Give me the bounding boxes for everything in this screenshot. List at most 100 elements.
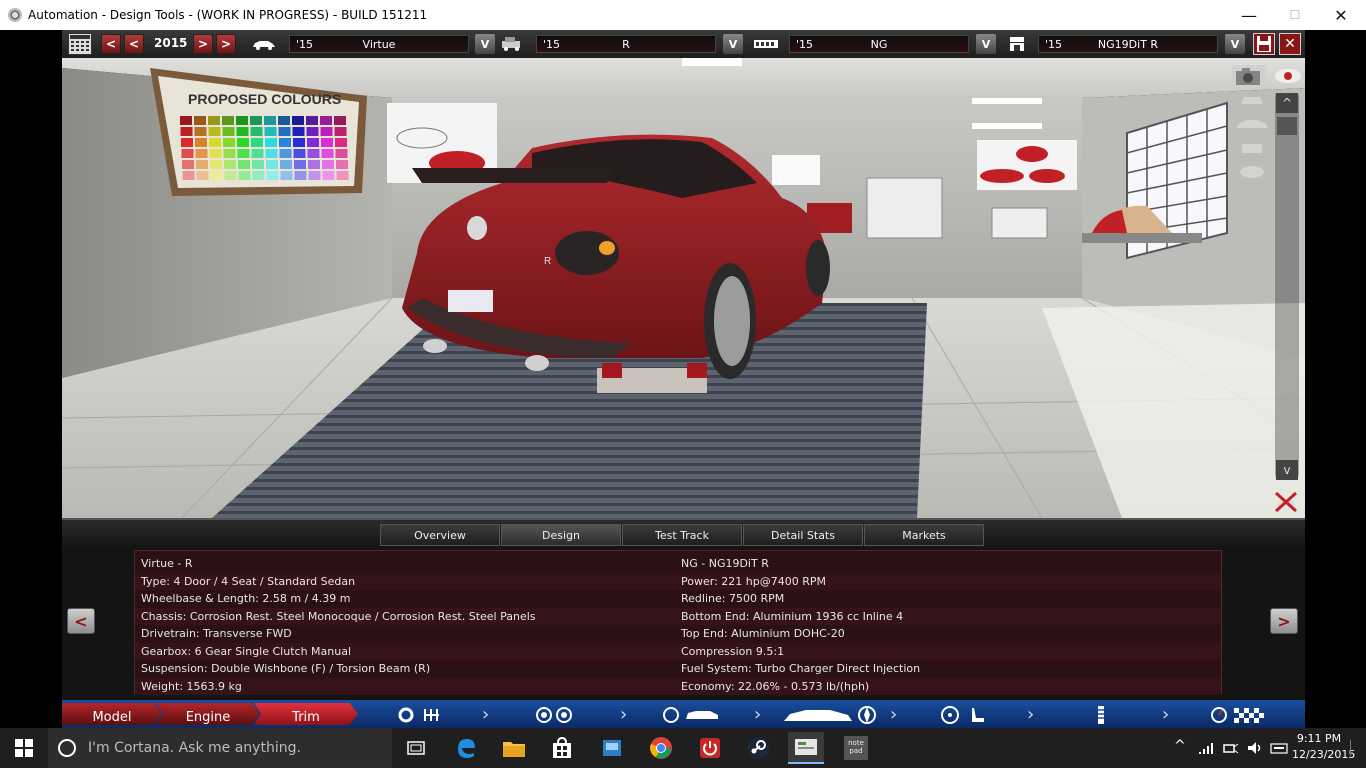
year-next-button[interactable]: >	[193, 34, 213, 54]
spec-left-row: Weight: 1563.9 kg	[135, 677, 675, 695]
colour-swatch	[194, 116, 206, 125]
right-letterbox	[1305, 30, 1366, 728]
colour-swatch	[222, 127, 235, 136]
spec-left-row: Wheelbase & Length: 2.58 m / 4.39 m	[135, 590, 675, 607]
app-icon	[8, 8, 22, 22]
tab-overview[interactable]: Overview	[380, 524, 500, 546]
nav-aero-icon[interactable]	[782, 704, 882, 726]
design-viewport[interactable]: PROPOSED COLOURS R ^ v	[62, 58, 1305, 518]
tray-overflow-icon[interactable]: ^	[1174, 738, 1186, 754]
tab-design[interactable]: Design	[501, 524, 621, 546]
tab-markets[interactable]: Markets	[864, 524, 984, 546]
network-icon[interactable]	[1198, 740, 1216, 756]
save-icon[interactable]	[1253, 33, 1275, 55]
clock[interactable]: 9:11 PM 12/23/2015	[1292, 731, 1355, 765]
colour-swatch	[236, 116, 248, 125]
maximize-button[interactable]: ☐	[1272, 0, 1318, 30]
steam-icon[interactable]	[740, 732, 776, 764]
close-designer-icon[interactable]: ✕	[1279, 33, 1301, 55]
view-front-icon[interactable]	[1237, 92, 1267, 108]
colour-swatch	[208, 127, 221, 136]
zoom-slider-handle[interactable]	[1276, 116, 1298, 136]
colour-swatch	[265, 138, 277, 147]
info-prev-button[interactable]: <	[67, 608, 95, 634]
spec-left-row: Drivetrain: Transverse FWD	[135, 625, 675, 642]
automation-app-icon[interactable]	[788, 732, 824, 764]
tab-test-track[interactable]: Test Track	[622, 524, 742, 546]
engine-variant-select[interactable]: '15 NG19DiT R	[1038, 35, 1218, 53]
colour-swatch	[180, 127, 193, 136]
tab-detail-stats[interactable]: Detail Stats	[743, 524, 863, 546]
model-select[interactable]: '15 Virtue	[289, 35, 469, 53]
nav-interior-icon[interactable]	[940, 705, 990, 725]
chrome-icon[interactable]	[643, 732, 679, 764]
store-icon[interactable]	[544, 732, 580, 764]
view-side-icon[interactable]	[1234, 116, 1270, 132]
nav-gearbox-icon[interactable]	[397, 706, 447, 724]
nav-fixtures-icon[interactable]	[1090, 704, 1112, 726]
camera-icon[interactable]	[1232, 65, 1266, 87]
colour-swatch	[196, 171, 209, 180]
engine-family-select[interactable]: '15 NG	[789, 35, 969, 53]
nav-trim[interactable]: Trim	[254, 703, 358, 725]
nav-model[interactable]: Model	[62, 703, 162, 725]
zoom-up-button[interactable]: ^	[1276, 93, 1298, 113]
colour-swatch	[224, 160, 236, 169]
nav-engine[interactable]: Engine	[156, 703, 260, 725]
keyboard-icon[interactable]	[1270, 740, 1288, 756]
info-next-button[interactable]: >	[1270, 608, 1298, 634]
model-dropdown-button[interactable]: V	[475, 34, 495, 54]
nav-wheels-icon[interactable]	[534, 706, 578, 724]
task-view-icon[interactable]	[398, 732, 434, 764]
colour-swatch	[292, 127, 305, 136]
colour-swatch	[209, 149, 222, 158]
spec-left-row: Virtue - R	[135, 555, 675, 572]
nav-chevron-3-icon: ›	[754, 704, 762, 725]
colour-swatch	[252, 171, 265, 180]
year-prev-button[interactable]: <	[124, 34, 144, 54]
calendar-icon[interactable]	[68, 33, 92, 55]
notepad-app-icon[interactable]: note pad	[838, 732, 874, 764]
colour-swatch	[182, 160, 194, 169]
engine-family-icon	[752, 34, 780, 54]
trim-dropdown-button[interactable]: V	[723, 34, 743, 54]
colour-swatch	[222, 116, 234, 125]
control-panel-icon[interactable]	[594, 732, 630, 764]
zoom-slider-track[interactable]	[1275, 93, 1299, 478]
colour-swatch	[320, 116, 332, 125]
spec-left-row: Type: 4 Door / 4 Seat / Standard Sedan	[135, 572, 675, 590]
game-toolbar: < < 2015 > > '15 Virtue V '15 R V '15 NG…	[62, 30, 1305, 58]
edge-browser-icon[interactable]	[448, 732, 484, 764]
cortana-search-box[interactable]: I'm Cortana. Ask me anything.	[48, 728, 392, 768]
minimize-button[interactable]: —	[1226, 0, 1272, 30]
nav-chevron-4-icon: ›	[890, 704, 898, 725]
zoom-down-button[interactable]: v	[1276, 460, 1298, 480]
colour-swatch	[293, 149, 306, 158]
colour-swatch	[335, 149, 348, 158]
colour-swatch	[335, 138, 347, 147]
visibility-icon[interactable]	[1273, 67, 1303, 85]
reset-view-icon[interactable]	[1273, 491, 1299, 513]
power-app-icon[interactable]	[692, 732, 728, 764]
trim-select[interactable]: '15 R	[536, 35, 716, 53]
colour-swatch	[195, 138, 207, 147]
engine-variant-dropdown-button[interactable]: V	[1225, 34, 1245, 54]
info-panel: < > Virtue - R Type: 4 Door / 4 Seat / St…	[62, 546, 1305, 700]
windows-start-icon[interactable]	[0, 728, 48, 768]
year-prev-fast-button[interactable]: <	[101, 34, 121, 54]
action-center-icon[interactable]	[1350, 740, 1362, 756]
power-settings-icon[interactable]	[1222, 740, 1240, 756]
volume-icon[interactable]	[1246, 740, 1264, 756]
file-explorer-icon[interactable]	[496, 732, 532, 764]
year-display: 2015	[154, 36, 188, 50]
engine-family-dropdown-button[interactable]: V	[976, 34, 996, 54]
year-next-fast-button[interactable]: >	[216, 34, 236, 54]
colour-swatch	[280, 160, 292, 169]
nav-finish-icon[interactable]	[1210, 706, 1270, 724]
colour-swatch	[322, 160, 334, 169]
view-rear-icon[interactable]	[1237, 140, 1267, 156]
colour-swatch	[264, 127, 277, 136]
close-button[interactable]: ✕	[1318, 0, 1364, 30]
view-top-icon[interactable]	[1237, 164, 1267, 180]
nav-body-icon[interactable]	[662, 706, 722, 724]
